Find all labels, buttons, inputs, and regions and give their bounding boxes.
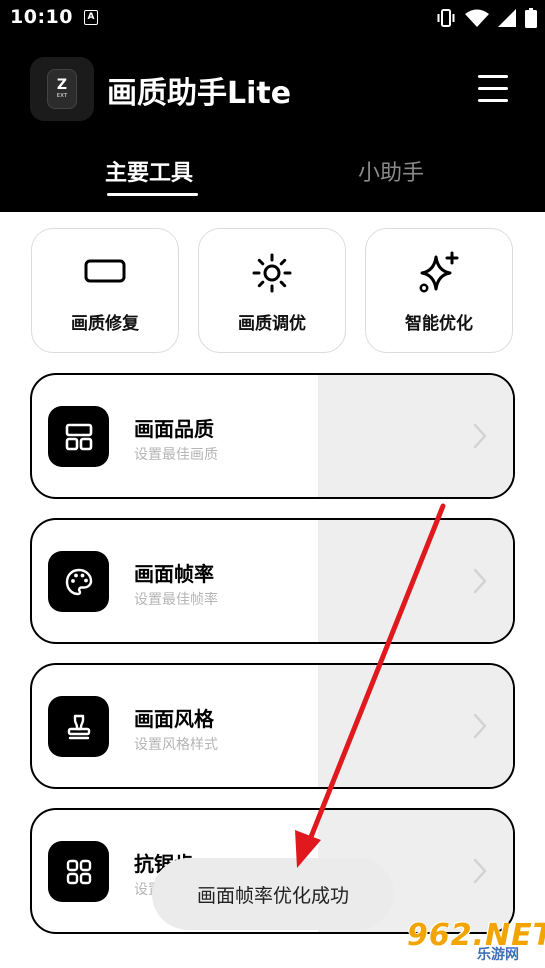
- active-tab-indicator: [107, 193, 198, 196]
- menu-button[interactable]: [476, 72, 510, 106]
- logo-sub: EXT: [56, 93, 68, 99]
- feature-title: 画面帧率: [134, 562, 214, 586]
- rectangle-icon: [84, 259, 126, 283]
- status-icons: [436, 6, 537, 30]
- tab-main-tools[interactable]: 主要工具: [105, 155, 193, 187]
- watermark-sub: 乐游网: [477, 947, 519, 963]
- chevron-right-icon: [473, 858, 487, 884]
- status-time: 10:10: [10, 6, 73, 28]
- status-bar: 10:10 A: [0, 0, 545, 36]
- watermark-logo: 962.NET 乐游网: [407, 918, 545, 964]
- chevron-right-icon: [473, 568, 487, 594]
- notification-badge-icon: A: [84, 10, 98, 25]
- quick-tool-label: 智能优化: [405, 314, 473, 334]
- feature-subtitle: 设置风格样式: [134, 737, 218, 753]
- feature-row-picture-style[interactable]: 画面风格 设置风格样式: [30, 663, 515, 789]
- quick-tool-smart-optimize[interactable]: 智能优化: [365, 228, 513, 353]
- quick-tool-quality-repair[interactable]: 画质修复: [31, 228, 179, 353]
- battery-icon: [525, 8, 537, 28]
- quick-tool-label: 画质修复: [71, 314, 139, 334]
- signal-icon: [498, 9, 516, 27]
- feature-row-frame-rate[interactable]: 画面帧率 设置最佳帧率: [30, 518, 515, 644]
- feature-subtitle: 设置最佳帧率: [134, 592, 218, 608]
- stamp-icon: [67, 714, 90, 739]
- feature-title: 画面品质: [134, 417, 214, 441]
- feature-subtitle: 设置最佳画质: [134, 447, 218, 463]
- toast-message: 画面帧率优化成功: [152, 858, 394, 930]
- watermark-main: 962.NET: [407, 918, 545, 953]
- vibrate-icon: [437, 9, 455, 27]
- palette-icon: [65, 568, 92, 595]
- tab-helper[interactable]: 小助手: [358, 155, 424, 187]
- apps-grid-icon: [66, 859, 91, 884]
- quick-tool-quality-tuning[interactable]: 画质调优: [198, 228, 346, 353]
- logo-letter: Z: [56, 77, 68, 93]
- app-header: 10:10 A Z EXT 画质助手Lite 主要工具 小助手: [0, 0, 545, 212]
- feature-title: 画面风格: [134, 707, 214, 731]
- app-title: 画质助手Lite: [107, 76, 292, 111]
- wifi-icon: [465, 9, 489, 27]
- chevron-right-icon: [473, 423, 487, 449]
- menu-icon: [478, 75, 508, 78]
- sparkle-icon: [419, 251, 459, 293]
- sun-icon: [252, 253, 292, 293]
- layout-grid-icon: [65, 423, 92, 450]
- feature-row-picture-quality[interactable]: 画面品质 设置最佳画质: [30, 373, 515, 499]
- app-logo: Z EXT: [30, 57, 94, 121]
- quick-tool-label: 画质调优: [238, 314, 306, 334]
- chevron-right-icon: [473, 713, 487, 739]
